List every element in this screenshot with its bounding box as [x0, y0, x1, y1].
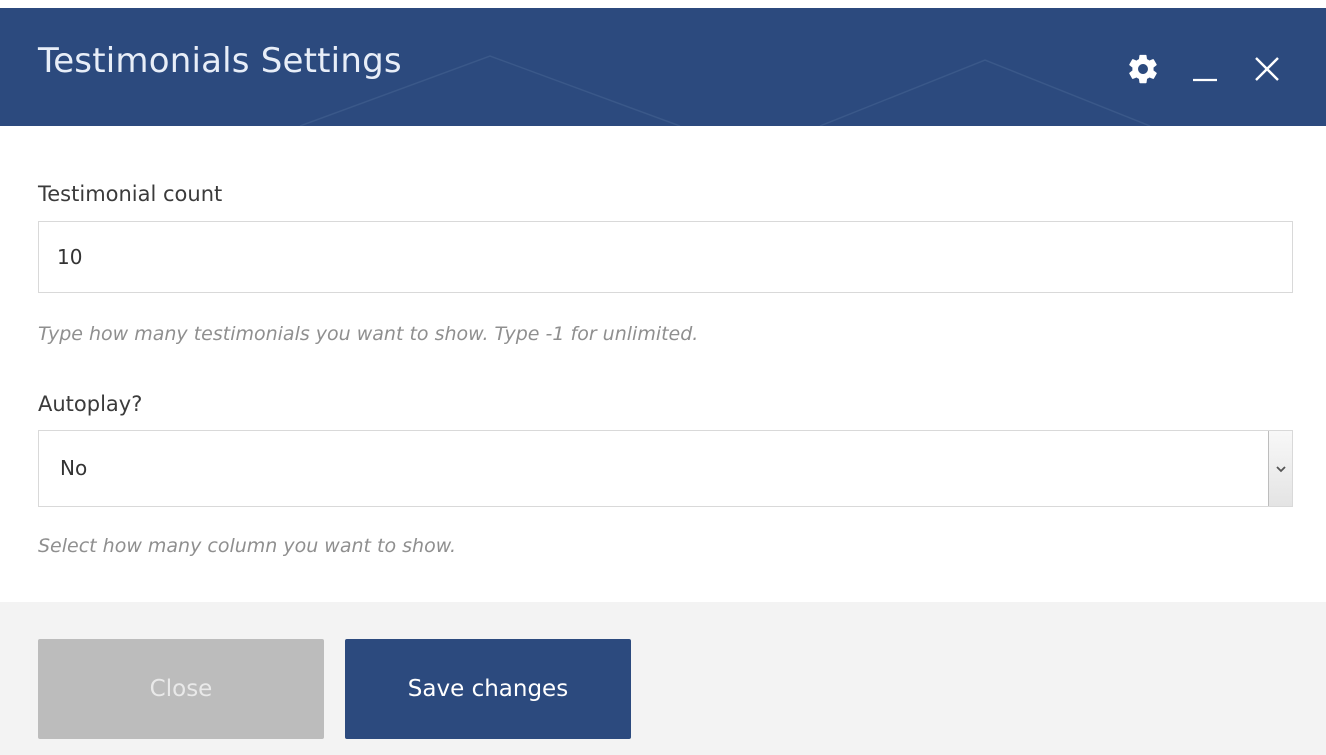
minimize-button[interactable] [1186, 50, 1224, 88]
autoplay-selected-value: No [60, 456, 88, 480]
testimonial-count-input[interactable] [38, 221, 1293, 293]
dialog-title: Testimonials Settings [38, 41, 402, 81]
header-actions [1124, 50, 1286, 88]
dialog-footer: Close Save changes [0, 602, 1326, 755]
select-dropdown-button[interactable] [1268, 431, 1292, 506]
autoplay-label: Autoplay? [38, 392, 143, 416]
testimonial-count-label: Testimonial count [38, 182, 223, 206]
autoplay-help: Select how many column you want to show. [38, 535, 457, 557]
save-changes-button[interactable]: Save changes [345, 639, 631, 739]
settings-dialog: Testimonials Settings Testimonial count [0, 0, 1326, 755]
minimize-icon [1193, 78, 1217, 82]
gear-icon [1129, 54, 1157, 84]
chevron-down-icon [1275, 465, 1286, 472]
settings-button[interactable] [1124, 50, 1162, 88]
dialog-body: Testimonial count Type how many testimon… [0, 126, 1326, 602]
testimonial-count-help: Type how many testimonials you want to s… [38, 323, 699, 345]
close-button[interactable]: Close [38, 639, 324, 739]
close-window-button[interactable] [1248, 50, 1286, 88]
autoplay-select[interactable]: No [38, 430, 1293, 507]
close-icon [1255, 57, 1279, 81]
dialog-header: Testimonials Settings [0, 8, 1326, 126]
top-strip [0, 0, 1326, 8]
